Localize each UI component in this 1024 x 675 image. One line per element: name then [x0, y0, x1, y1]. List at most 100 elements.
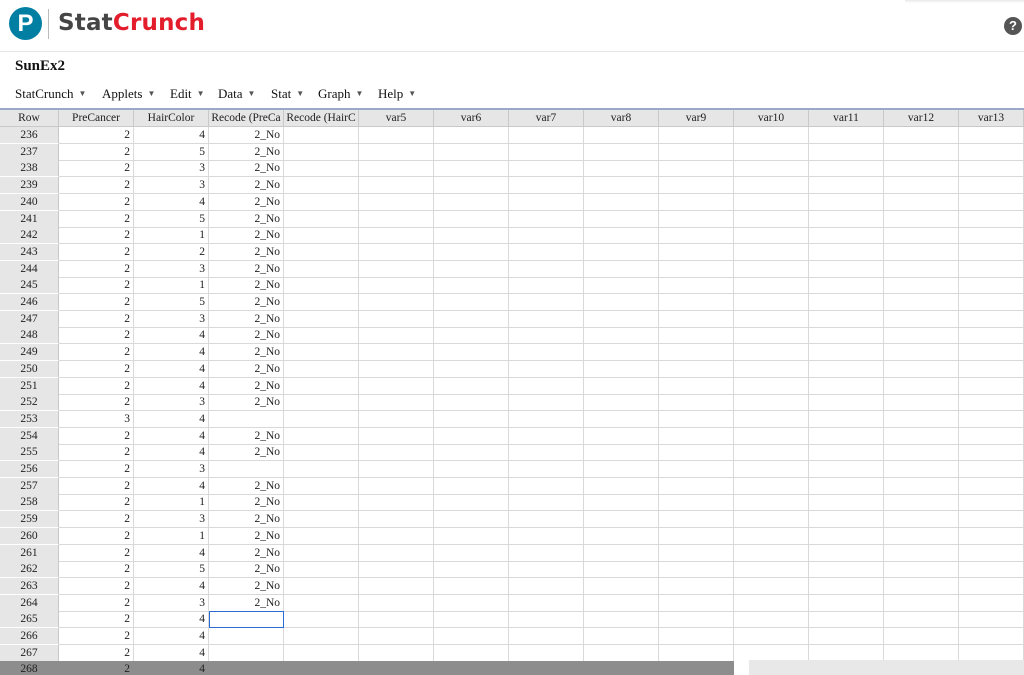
table-cell[interactable] — [359, 594, 434, 612]
table-cell[interactable] — [434, 177, 509, 195]
row-number[interactable]: 266 — [0, 628, 59, 645]
row-number[interactable]: 255 — [0, 444, 59, 462]
table-cell[interactable]: 2_No — [209, 277, 284, 295]
table-cell[interactable] — [584, 210, 659, 228]
table-cell[interactable]: 4 — [134, 477, 209, 495]
table-cell[interactable] — [809, 243, 884, 261]
table-cell[interactable] — [884, 260, 959, 278]
table-cell[interactable]: 3 — [134, 260, 209, 278]
column-header[interactable]: var6 — [434, 110, 509, 127]
table-cell[interactable] — [284, 177, 359, 195]
menu-statcrunch[interactable]: StatCrunch ▼ — [15, 84, 86, 104]
table-cell[interactable] — [509, 477, 584, 495]
table-cell[interactable] — [284, 127, 359, 144]
table-cell[interactable]: 2_No — [209, 143, 284, 161]
table-cell[interactable] — [734, 310, 809, 328]
table-cell[interactable] — [734, 628, 809, 645]
table-cell[interactable] — [284, 628, 359, 645]
table-cell[interactable] — [434, 327, 509, 345]
table-cell[interactable] — [959, 227, 1024, 245]
table-cell[interactable]: 4 — [134, 628, 209, 645]
table-cell[interactable]: 2_No — [209, 344, 284, 362]
table-cell[interactable] — [584, 227, 659, 245]
table-cell[interactable] — [959, 210, 1024, 228]
table-cell[interactable] — [509, 644, 584, 662]
table-cell[interactable] — [659, 377, 734, 395]
table-cell[interactable] — [659, 527, 734, 545]
row-number[interactable]: 246 — [0, 294, 59, 311]
table-cell[interactable] — [884, 444, 959, 462]
table-cell[interactable] — [584, 461, 659, 478]
table-cell[interactable] — [734, 277, 809, 295]
table-cell[interactable] — [509, 227, 584, 245]
table-cell[interactable]: 2 — [59, 344, 134, 362]
table-cell[interactable] — [959, 410, 1024, 428]
table-cell[interactable] — [359, 444, 434, 462]
table-cell[interactable] — [434, 260, 509, 278]
table-cell[interactable]: 2 — [59, 394, 134, 412]
table-cell[interactable] — [434, 477, 509, 495]
table-cell[interactable] — [884, 594, 959, 612]
table-cell[interactable] — [434, 160, 509, 178]
table-cell[interactable] — [809, 544, 884, 562]
table-cell[interactable] — [509, 260, 584, 278]
table-cell[interactable] — [584, 628, 659, 645]
table-cell[interactable] — [359, 561, 434, 579]
table-cell[interactable] — [434, 227, 509, 245]
table-cell[interactable] — [959, 527, 1024, 545]
table-cell[interactable] — [359, 260, 434, 278]
table-cell[interactable]: 3 — [134, 461, 209, 478]
table-cell[interactable] — [884, 577, 959, 595]
table-cell[interactable] — [509, 511, 584, 529]
table-cell[interactable] — [809, 210, 884, 228]
table-cell[interactable] — [734, 577, 809, 595]
table-cell[interactable] — [584, 477, 659, 495]
table-cell[interactable] — [434, 544, 509, 562]
table-cell[interactable] — [734, 360, 809, 378]
table-cell[interactable]: 4 — [134, 644, 209, 662]
row-number[interactable]: 257 — [0, 477, 59, 495]
menu-edit[interactable]: Edit ▼ — [170, 84, 205, 104]
table-cell[interactable] — [884, 193, 959, 211]
table-cell[interactable] — [584, 277, 659, 295]
table-cell[interactable] — [659, 143, 734, 161]
table-cell[interactable] — [284, 193, 359, 211]
table-cell[interactable] — [359, 294, 434, 311]
table-cell[interactable] — [884, 427, 959, 445]
table-cell[interactable] — [434, 143, 509, 161]
table-cell[interactable]: 2 — [59, 511, 134, 529]
table-cell[interactable] — [359, 494, 434, 512]
table-cell[interactable] — [809, 611, 884, 629]
table-cell[interactable]: 2 — [59, 360, 134, 378]
table-cell[interactable] — [284, 561, 359, 579]
table-cell[interactable] — [509, 494, 584, 512]
table-cell[interactable] — [659, 461, 734, 478]
table-cell[interactable] — [509, 461, 584, 478]
table-cell[interactable]: 3 — [134, 160, 209, 178]
table-cell[interactable]: 2 — [59, 527, 134, 545]
table-cell[interactable]: 1 — [134, 527, 209, 545]
table-cell[interactable] — [434, 377, 509, 395]
table-cell[interactable] — [584, 511, 659, 529]
table-cell[interactable] — [359, 227, 434, 245]
table-cell[interactable]: 2_No — [209, 177, 284, 195]
table-cell[interactable]: 2 — [59, 210, 134, 228]
table-cell[interactable] — [359, 544, 434, 562]
table-cell[interactable] — [734, 444, 809, 462]
table-cell[interactable]: 4 — [134, 410, 209, 428]
table-cell[interactable] — [359, 344, 434, 362]
table-cell[interactable] — [359, 427, 434, 445]
table-cell[interactable] — [434, 127, 509, 144]
table-cell[interactable] — [284, 143, 359, 161]
table-cell[interactable]: 2_No — [209, 377, 284, 395]
table-cell[interactable] — [734, 410, 809, 428]
column-header[interactable]: HairColor — [134, 110, 209, 127]
table-cell[interactable] — [959, 544, 1024, 562]
table-cell[interactable] — [584, 527, 659, 545]
table-cell[interactable] — [734, 394, 809, 412]
table-cell[interactable] — [659, 260, 734, 278]
table-cell[interactable] — [659, 661, 734, 675]
table-cell[interactable] — [734, 243, 809, 261]
table-cell[interactable] — [959, 377, 1024, 395]
row-number[interactable]: 248 — [0, 327, 59, 345]
